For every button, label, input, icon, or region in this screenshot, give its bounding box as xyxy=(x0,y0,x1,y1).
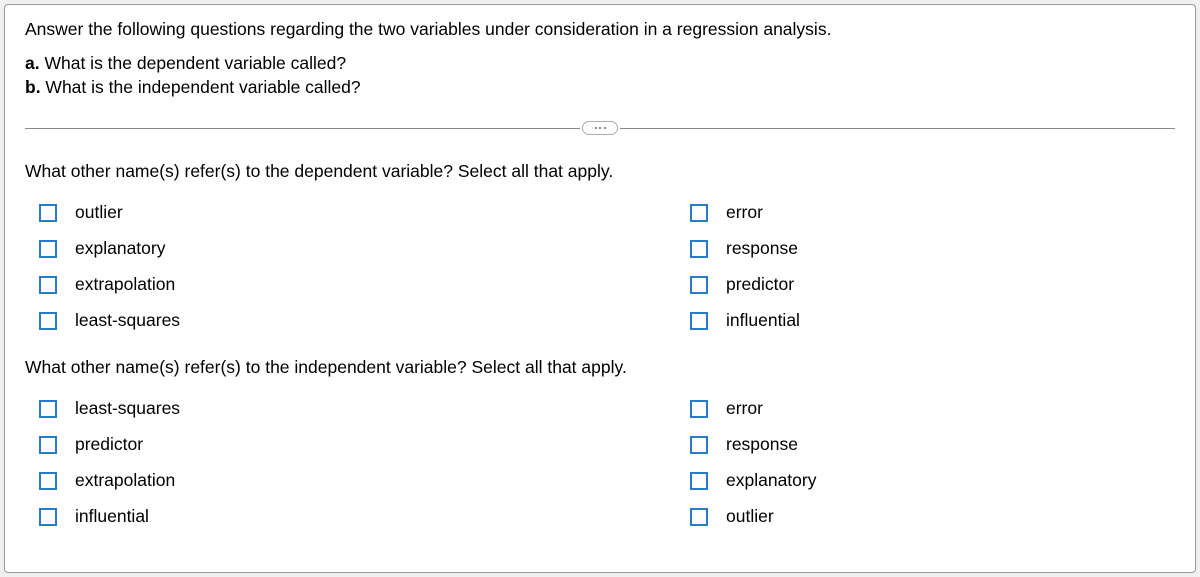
section-divider xyxy=(25,117,1175,139)
option-row: outlier xyxy=(39,202,690,223)
intro-text: Answer the following questions regarding… xyxy=(25,19,1175,40)
option-label: least-squares xyxy=(75,310,180,331)
option-label: response xyxy=(726,434,798,455)
sub-b-text: What is the independent variable called? xyxy=(41,77,361,97)
checkbox-extrapolation[interactable] xyxy=(39,276,57,294)
option-label: extrapolation xyxy=(75,470,175,491)
checkbox-influential[interactable] xyxy=(690,312,708,330)
checkbox-predictor-b[interactable] xyxy=(39,436,57,454)
option-row: least-squares xyxy=(39,310,690,331)
option-row: error xyxy=(690,398,816,419)
checkbox-explanatory-b[interactable] xyxy=(690,472,708,490)
checkbox-extrapolation-b[interactable] xyxy=(39,472,57,490)
expand-pill[interactable] xyxy=(582,121,618,135)
divider-line-left xyxy=(25,128,580,129)
option-row: influential xyxy=(39,506,690,527)
option-label: predictor xyxy=(726,274,794,295)
option-row: least-squares xyxy=(39,398,690,419)
checkbox-response[interactable] xyxy=(690,240,708,258)
section1-prompt: What other name(s) refer(s) to the depen… xyxy=(25,161,1175,182)
question-container: Answer the following questions regarding… xyxy=(4,4,1196,573)
option-row: extrapolation xyxy=(39,274,690,295)
checkbox-predictor[interactable] xyxy=(690,276,708,294)
sub-b-label: b. xyxy=(25,77,41,97)
checkbox-explanatory[interactable] xyxy=(39,240,57,258)
dot-icon xyxy=(604,127,606,129)
checkbox-outlier[interactable] xyxy=(39,204,57,222)
sub-a-text: What is the dependent variable called? xyxy=(40,53,346,73)
dot-icon xyxy=(599,127,601,129)
option-label: predictor xyxy=(75,434,143,455)
option-label: outlier xyxy=(726,506,774,527)
option-row: influential xyxy=(690,310,800,331)
checkbox-least-squares[interactable] xyxy=(39,312,57,330)
checkbox-error-b[interactable] xyxy=(690,400,708,418)
checkbox-influential-b[interactable] xyxy=(39,508,57,526)
checkbox-outlier-b[interactable] xyxy=(690,508,708,526)
option-label: explanatory xyxy=(75,238,165,259)
option-row: response xyxy=(690,238,800,259)
sub-a-label: a. xyxy=(25,53,40,73)
option-row: error xyxy=(690,202,800,223)
option-label: outlier xyxy=(75,202,123,223)
option-label: influential xyxy=(75,506,149,527)
option-row: predictor xyxy=(690,274,800,295)
section2-options: least-squares predictor extrapolation in… xyxy=(25,398,1175,527)
option-label: error xyxy=(726,398,763,419)
option-row: outlier xyxy=(690,506,816,527)
option-label: explanatory xyxy=(726,470,816,491)
checkbox-least-squares-b[interactable] xyxy=(39,400,57,418)
checkbox-response-b[interactable] xyxy=(690,436,708,454)
option-row: response xyxy=(690,434,816,455)
option-row: explanatory xyxy=(690,470,816,491)
section1-options: outlier explanatory extrapolation least-… xyxy=(25,202,1175,331)
section2-prompt: What other name(s) refer(s) to the indep… xyxy=(25,357,1175,378)
divider-line-right xyxy=(620,128,1175,129)
option-row: extrapolation xyxy=(39,470,690,491)
option-label: extrapolation xyxy=(75,274,175,295)
option-label: least-squares xyxy=(75,398,180,419)
dot-icon xyxy=(595,127,597,129)
option-label: response xyxy=(726,238,798,259)
option-label: error xyxy=(726,202,763,223)
option-label: influential xyxy=(726,310,800,331)
option-row: predictor xyxy=(39,434,690,455)
checkbox-error[interactable] xyxy=(690,204,708,222)
sub-questions: a. What is the dependent variable called… xyxy=(25,52,1175,99)
option-row: explanatory xyxy=(39,238,690,259)
